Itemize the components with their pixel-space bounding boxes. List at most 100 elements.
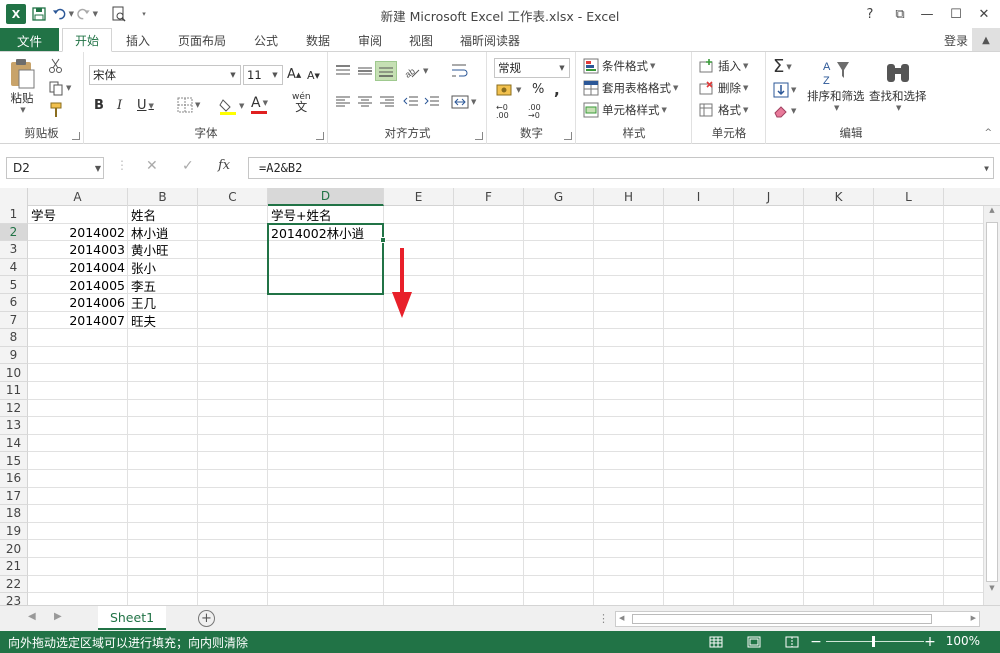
cell-a7[interactable]: 2014007 [28,312,128,330]
row-header-3[interactable]: 3 [0,241,28,259]
column-header-i[interactable]: I [664,188,734,206]
tab-foxit-reader[interactable]: 福昕阅读器 [452,28,528,52]
column-header-c[interactable]: C [198,188,268,206]
find-select-button[interactable]: 查找和选择 ▼ [869,58,927,112]
cell-b1[interactable]: 姓名 [128,206,198,224]
insert-cells-button[interactable]: 插入 ▼ [699,58,748,74]
ribbon-display-options-icon[interactable]: ⧉ [885,2,915,26]
cell-a3[interactable]: 2014003 [28,241,128,259]
cell-b7[interactable]: 旺夫 [128,312,198,330]
format-cells-button[interactable]: 格式 ▼ [699,102,748,118]
column-header-h[interactable]: H [594,188,664,206]
tab-file[interactable]: 文件 [0,28,59,52]
insert-function-icon[interactable]: fx [218,158,230,173]
cell-b4[interactable]: 张小 [128,259,198,277]
increase-font-size-button[interactable]: A ▲ [287,67,301,82]
number-format-select[interactable]: 常规 ▼ [494,58,570,78]
normal-view-icon[interactable] [708,634,724,650]
row-header-9[interactable]: 9 [0,346,28,365]
row-header-11[interactable]: 11 [0,382,28,400]
percent-style-button[interactable]: % [532,82,544,97]
add-sheet-button[interactable]: + [198,610,215,627]
row-header-22[interactable]: 22 [0,575,28,594]
zoom-slider[interactable] [826,641,924,642]
ribbon-collapse-icon[interactable]: ▲ [972,28,1000,52]
decrease-indent-icon[interactable] [403,95,419,109]
prev-sheet-arrow[interactable]: ◀ [28,611,36,622]
cell-a2[interactable]: 2014002 [28,224,128,242]
help-icon[interactable]: ? [855,2,885,26]
cell-a6[interactable]: 2014006 [28,294,128,312]
horizontal-scrollbar[interactable]: ◀ ▶ [615,611,980,627]
paste-button[interactable]: 粘贴 ▼ [8,58,36,114]
tab-insert[interactable]: 插入 [116,28,160,52]
row-header-17[interactable]: 17 [0,487,28,506]
row-header-12[interactable]: 12 [0,399,28,418]
close-button[interactable]: ✕ [969,2,999,26]
row-header-10[interactable]: 10 [0,364,28,382]
sort-filter-button[interactable]: AZ 排序和筛选 ▼ [807,58,865,112]
page-layout-view-icon[interactable] [746,634,762,650]
fill-button[interactable]: ▼ [773,82,796,98]
comma-style-button[interactable]: , [554,81,560,99]
maximize-button[interactable]: ☐ [941,2,971,26]
font-color-button[interactable]: A ▼ [251,95,268,114]
select-all-corner[interactable] [0,188,28,206]
underline-button[interactable]: U ▼ [137,98,154,113]
align-middle-button[interactable] [357,64,373,78]
font-size-select[interactable]: 11 ▼ [243,65,283,85]
decrease-decimal-button[interactable]: .00 →0 [528,104,554,120]
scroll-thumb[interactable] [632,614,932,624]
decrease-font-size-button[interactable]: A ▼ [307,69,320,82]
orientation-button[interactable]: ab ▼ [403,63,428,79]
clear-button[interactable]: ▼ [773,104,796,118]
tab-split-handle[interactable]: ⋮ [598,612,609,625]
minimize-button[interactable]: — [912,2,942,26]
tab-page-layout[interactable]: 页面布局 [170,28,234,52]
font-name-select[interactable]: 宋体 ▼ [89,65,241,85]
row-header-14[interactable]: 14 [0,434,28,453]
column-header-a[interactable]: A [28,188,128,206]
zoom-level[interactable]: 100% [946,634,980,648]
collapse-ribbon-icon[interactable]: ^ [984,128,992,138]
row-header-8[interactable]: 8 [0,329,28,347]
scroll-right-arrow[interactable]: ▶ [971,614,976,622]
row-header-6[interactable]: 6 [0,294,28,312]
borders-button[interactable]: ▼ [177,97,200,113]
bold-button[interactable]: B [94,98,104,113]
confirm-entry-icon[interactable]: ✓ [182,158,194,174]
row-header-7[interactable]: 7 [0,311,28,330]
column-header-f[interactable]: F [454,188,524,206]
worksheet-grid[interactable]: ABCDEFGHIJKL 1 2 3 4 5 6 7 8 9 10 11 12 13 14 15 16 17 18… [0,188,1000,605]
column-header-k[interactable]: K [804,188,874,206]
row-header-19[interactable]: 19 [0,522,28,541]
row-header-2[interactable]: 2 [0,223,28,242]
row-header-18[interactable]: 18 [0,505,28,523]
selection-range[interactable] [267,222,384,295]
cell-b2[interactable]: 林小逍 [128,224,198,242]
column-header-d[interactable]: D [268,188,384,206]
column-header-g[interactable]: G [524,188,594,206]
cell-a4[interactable]: 2014004 [28,259,128,277]
phonetic-guide-button[interactable]: wén 文 [292,92,311,113]
cell-a5[interactable]: 2014005 [28,276,128,294]
sign-in-link[interactable]: 登录 [944,32,968,49]
zoom-in-button[interactable]: + [922,634,938,650]
conditional-formatting-button[interactable]: 条件格式 ▼ [583,58,655,74]
scroll-left-arrow[interactable]: ◀ [619,614,624,622]
fill-color-button[interactable]: ▼ [219,97,244,115]
format-as-table-button[interactable]: 套用表格格式 ▼ [583,80,678,96]
row-header-15[interactable]: 15 [0,452,28,470]
formula-input[interactable]: =A2&B2 ▼ [248,157,994,179]
dialog-launcher-icon[interactable] [316,132,324,140]
align-bottom-button[interactable] [375,61,397,81]
row-header-21[interactable]: 21 [0,558,28,576]
dialog-launcher-icon[interactable] [564,132,572,140]
column-header-j[interactable]: J [734,188,804,206]
name-box[interactable]: D2 ▼ [6,157,104,179]
page-break-preview-icon[interactable] [784,634,800,650]
expand-formula-bar-icon[interactable]: ▼ [984,164,989,173]
dialog-launcher-icon[interactable] [475,132,483,140]
align-right-icon[interactable] [379,95,395,109]
cell-styles-button[interactable]: 单元格样式 ▼ [583,102,667,118]
